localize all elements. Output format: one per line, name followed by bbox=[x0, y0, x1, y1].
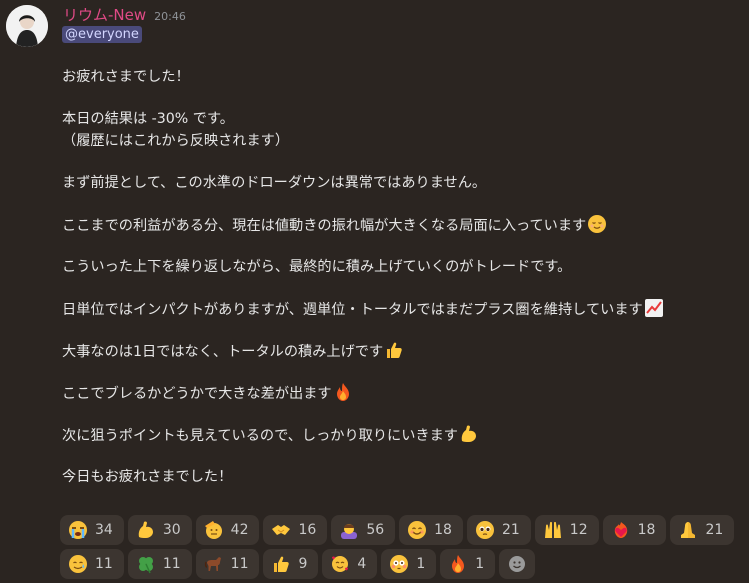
reaction-count: 1 bbox=[416, 556, 426, 572]
flushed-face-icon bbox=[389, 554, 409, 574]
pleading-face-icon bbox=[475, 520, 495, 540]
message-line-with-emoji: ここでブレるかどうかで大きな差が出ます bbox=[62, 382, 742, 404]
reaction-count: 11 bbox=[230, 556, 249, 572]
thumbs-up-icon bbox=[387, 342, 402, 358]
reaction-count: 12 bbox=[569, 522, 588, 538]
person-bowing-icon bbox=[339, 520, 359, 540]
message-line-text: ここでブレるかどうかで大きな差が出ます bbox=[62, 386, 332, 402]
message-line: 本日の結果は -30% です。 bbox=[62, 111, 234, 127]
reaction-count: 18 bbox=[434, 522, 452, 538]
reaction-button[interactable]: 4 bbox=[322, 549, 378, 579]
add-reaction-icon bbox=[507, 554, 527, 574]
reaction-row: 34 30 42 16 56 18 21 12 18 21 bbox=[60, 515, 749, 545]
avatar-image bbox=[6, 5, 48, 47]
reaction-button[interactable]: 16 bbox=[263, 515, 328, 545]
reaction-button[interactable]: 18 bbox=[602, 515, 667, 545]
mention-everyone[interactable]: @everyone bbox=[62, 26, 142, 43]
fire-icon bbox=[448, 554, 468, 574]
flexed-biceps-icon bbox=[461, 425, 476, 442]
smiling-face-icon bbox=[407, 520, 427, 540]
reaction-count: 16 bbox=[298, 522, 317, 538]
relieved-face-icon bbox=[588, 215, 607, 233]
reaction-button[interactable]: 11 bbox=[127, 549, 192, 579]
reaction-button[interactable]: 30 bbox=[127, 515, 192, 545]
reaction-count: 4 bbox=[357, 556, 367, 572]
reaction-count: 21 bbox=[501, 522, 520, 538]
message-body: お疲れさまでした！ 本日の結果は -30% です。 （履歴にはこれから反映されま… bbox=[62, 66, 742, 488]
reaction-button[interactable]: 18 bbox=[399, 515, 463, 545]
reaction-count: 30 bbox=[162, 522, 181, 538]
reactions-bar: 34 30 42 16 56 18 21 12 18 21 11 11 11 9… bbox=[60, 515, 749, 583]
chart-increasing-icon bbox=[644, 299, 663, 317]
timestamp: 20:46 bbox=[154, 10, 186, 23]
reaction-count: 42 bbox=[230, 522, 249, 538]
folded-hands-icon bbox=[678, 520, 698, 540]
reaction-button[interactable]: 42 bbox=[195, 515, 260, 545]
message-line: こういった上下を繰り返しながら、最終的に積み上げていくのがトレードです。 bbox=[62, 259, 572, 275]
horse-icon bbox=[204, 554, 224, 574]
message-line-text: ここまでの利益がある分、現在は値動きの振れ幅が大きくなる局面に入っています bbox=[62, 218, 587, 234]
reaction-button[interactable]: 12 bbox=[534, 515, 599, 545]
message-line-with-emoji: 日単位ではインパクトがありますが、週単位・トータルではまだプラス圏を維持していま… bbox=[62, 298, 742, 320]
smiling-face-with-hearts-icon bbox=[330, 554, 350, 574]
username[interactable]: リウム-New bbox=[63, 4, 146, 25]
reaction-count: 56 bbox=[366, 522, 385, 538]
reaction-button[interactable]: 1 bbox=[381, 549, 437, 579]
saluting-face-icon bbox=[204, 520, 224, 540]
message-line-text: 次に狙うポイントも見えているので、しっかり取りにいきます bbox=[62, 428, 458, 444]
four-leaf-clover-icon bbox=[136, 554, 156, 574]
avatar[interactable] bbox=[6, 5, 48, 47]
message-line-text: 日単位ではインパクトがありますが、週単位・トータルではまだプラス圏を維持していま… bbox=[62, 302, 643, 318]
reaction-row: 11 11 11 9 4 1 1 bbox=[60, 549, 749, 579]
reaction-count: 34 bbox=[95, 522, 113, 538]
message-line: まず前提として、この水準のドローダウンは異常ではありません。 bbox=[62, 175, 487, 191]
reaction-count: 9 bbox=[298, 556, 308, 572]
reaction-count: 11 bbox=[162, 556, 181, 572]
message-line-with-emoji: 次に狙うポイントも見えているので、しっかり取りにいきます bbox=[62, 424, 742, 446]
reaction-count: 11 bbox=[95, 556, 113, 572]
loudly-crying-face-icon bbox=[68, 520, 88, 540]
reaction-count: 21 bbox=[705, 522, 724, 538]
message-line: （履歴にはこれから反映されます） bbox=[62, 133, 290, 149]
reaction-button[interactable]: 9 bbox=[263, 549, 319, 579]
reaction-button[interactable]: 21 bbox=[670, 515, 735, 545]
message-line-with-emoji: 大事なのは1日ではなく、トータルの積み上げです bbox=[62, 340, 742, 362]
reaction-button[interactable]: 56 bbox=[331, 515, 396, 545]
fire-icon bbox=[336, 383, 349, 401]
message-line-with-emoji: ここまでの利益がある分、現在は値動きの振れ幅が大きくなる局面に入っています bbox=[62, 214, 742, 236]
message-header: リウム-New 20:46 bbox=[63, 4, 186, 24]
reaction-button[interactable]: 11 bbox=[195, 549, 260, 579]
flexed-biceps-icon bbox=[136, 520, 156, 540]
message-line-text: 大事なのは1日ではなく、トータルの積み上げです bbox=[62, 344, 384, 360]
heart-on-fire-icon bbox=[611, 520, 631, 540]
smiling-face-with-tear-icon bbox=[68, 554, 88, 574]
reaction-count: 1 bbox=[475, 556, 485, 572]
thumbs-up-icon bbox=[271, 554, 291, 574]
add-reaction-button[interactable] bbox=[499, 549, 536, 579]
reaction-button[interactable]: 21 bbox=[466, 515, 531, 545]
message-line: お疲れさまでした！ bbox=[62, 69, 190, 85]
raising-hands-icon bbox=[543, 520, 563, 540]
message-line: 今日もお疲れさまでした！ bbox=[62, 469, 233, 485]
reaction-button[interactable]: 34 bbox=[60, 515, 124, 545]
reaction-button[interactable]: 11 bbox=[60, 549, 124, 579]
handshake-icon bbox=[271, 520, 291, 540]
reaction-button[interactable]: 1 bbox=[440, 549, 496, 579]
reaction-count: 18 bbox=[637, 522, 656, 538]
